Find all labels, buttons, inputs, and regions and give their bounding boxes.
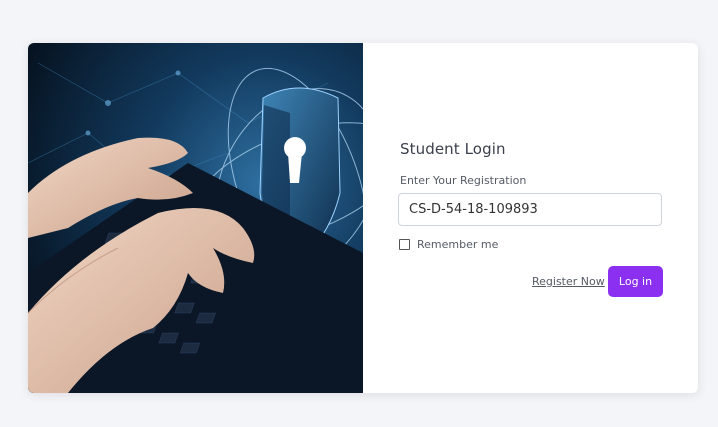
registration-label: Enter Your Registration <box>400 174 527 187</box>
login-card: Student Login Enter Your Registration Re… <box>28 43 698 393</box>
remember-me-checkbox[interactable] <box>399 239 410 250</box>
remember-me-label: Remember me <box>417 238 499 251</box>
registration-input[interactable] <box>398 193 662 226</box>
hero-image <box>28 43 363 393</box>
register-now-link[interactable]: Register Now <box>532 275 605 288</box>
remember-me[interactable]: Remember me <box>399 238 498 251</box>
page-title: Student Login <box>400 140 506 158</box>
login-form: Student Login Enter Your Registration Re… <box>363 43 698 393</box>
login-button[interactable]: Log in <box>608 266 663 297</box>
